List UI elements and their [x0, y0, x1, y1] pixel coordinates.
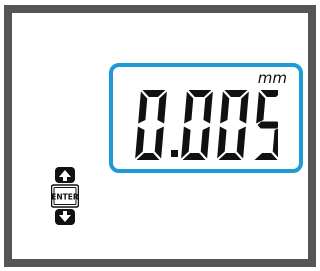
digit-segment-e	[181, 126, 191, 159]
digit-segment-g	[257, 121, 278, 129]
unit-label: mm	[257, 69, 287, 87]
reading-digit-0	[135, 90, 167, 160]
digit-segment-b	[203, 91, 213, 124]
digit-segment-c	[236, 126, 246, 159]
digit-segment-f	[256, 91, 266, 124]
digit-segment-f	[220, 91, 230, 124]
digit-segment-f	[184, 91, 194, 124]
decimal-point	[171, 150, 178, 157]
lcd-display: mm	[109, 63, 303, 173]
digit-segment-e	[217, 126, 227, 159]
digit-segment-d	[254, 153, 278, 160]
digit-segment-f	[138, 91, 148, 124]
reading-digit-3	[254, 90, 278, 160]
enter-control[interactable]: ENTER	[51, 167, 79, 225]
arrow-down-button[interactable]	[55, 209, 75, 225]
digit-segment-b	[239, 91, 249, 124]
enter-label: ENTER	[51, 193, 79, 202]
reading-digit-2	[217, 90, 249, 160]
digit-segment-c	[200, 126, 210, 159]
digit-segment-c	[272, 128, 278, 158]
arrow-up-button[interactable]	[55, 167, 75, 183]
reading-digit-1	[181, 90, 213, 160]
digit-segment-e	[135, 126, 145, 159]
measurement-reading	[135, 90, 278, 160]
digit-segment-c	[154, 126, 164, 159]
digit-segment-a	[260, 90, 278, 97]
enter-button[interactable]: ENTER	[51, 184, 79, 208]
digit-segment-b	[157, 91, 167, 124]
